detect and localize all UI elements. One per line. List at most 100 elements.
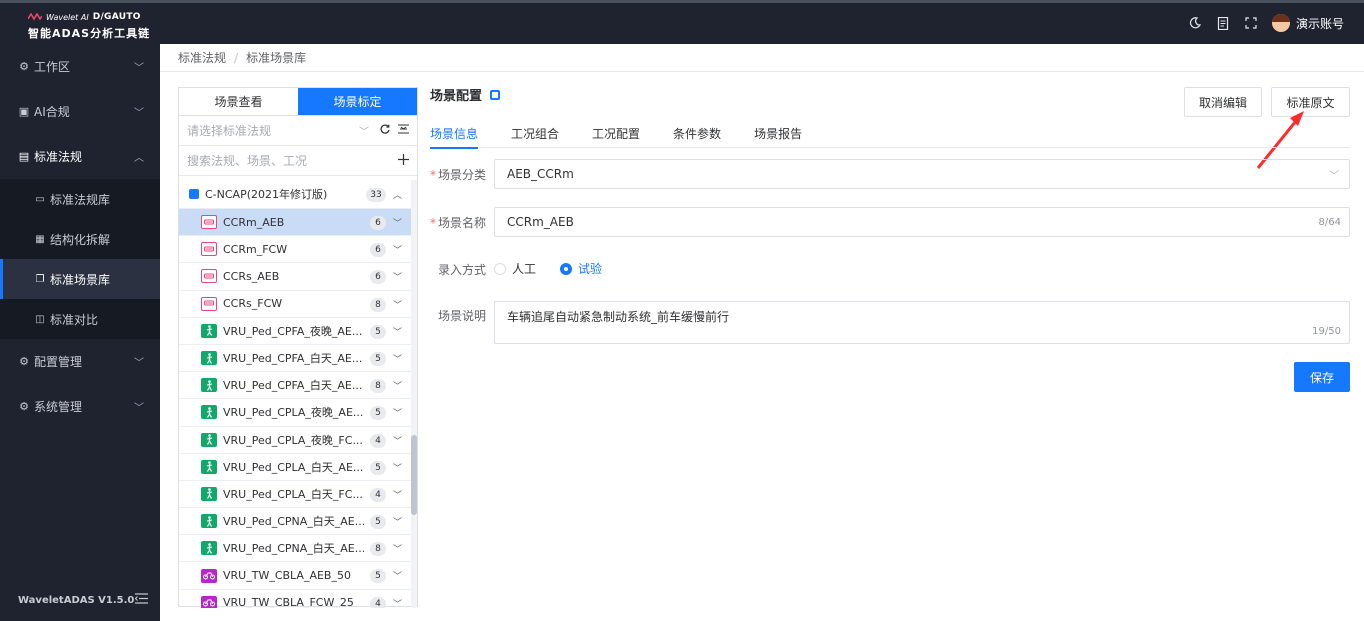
tree-item[interactable]: VRU_Ped_CPFA_夜晚_AE... 5 ﹀ xyxy=(179,318,412,345)
avatar[interactable] xyxy=(1271,14,1290,32)
breadcrumb-item[interactable]: 标准法规 xyxy=(178,49,226,66)
category-select[interactable]: AEB_CCRm ﹀ xyxy=(494,159,1350,189)
tree-item-label: VRU_TW_CBLA_AEB_50 xyxy=(223,569,351,583)
search-input[interactable]: 搜索法规、场景、工况 xyxy=(179,146,417,176)
tree-item-label: VRU_Ped_CPFA_白天_AE... xyxy=(223,379,363,393)
tab-scene-info[interactable]: 场景信息 xyxy=(430,118,479,149)
tree-item[interactable]: CCRs_AEB 6 ﹀ xyxy=(179,263,412,291)
tree-item[interactable]: VRU_TW_CBLA_FCW_25 4 ﹀ xyxy=(179,590,412,608)
sidebar-item-structured-breakdown[interactable]: ▦ 结构化拆解 xyxy=(0,219,160,259)
tree-item[interactable]: CCRm_AEB 6 ﹀ xyxy=(179,209,412,237)
tab-condition-config[interactable]: 工况配置 xyxy=(592,118,640,148)
regulation-select[interactable]: 请选择标准法规 ﹀ xyxy=(179,116,417,146)
chevron-down-icon: ﹀ xyxy=(134,403,144,414)
ai-icon: ▣ xyxy=(18,105,30,118)
sidebar-item-ai-compliance[interactable]: ▣ AI合规 ﹀ xyxy=(0,89,160,134)
tab-scene-calibration[interactable]: 场景标定 xyxy=(298,88,417,115)
count-badge: 8 xyxy=(370,297,386,312)
pedestrian-icon xyxy=(201,432,217,447)
sidebar-item-config-management[interactable]: ⚙ 配置管理 ﹀ xyxy=(0,339,160,384)
tab-scene-view[interactable]: 场景查看 xyxy=(179,88,298,115)
count-badge: 5 xyxy=(370,460,386,475)
gear-icon: ⚙ xyxy=(19,60,29,73)
fullscreen-icon[interactable] xyxy=(1244,16,1258,30)
chevron-down-icon: ﹀ xyxy=(134,63,144,74)
tree-item-label: VRU_Ped_CPFA_白天_AE... xyxy=(223,352,363,366)
sidebar: ⚙ 工作区 ﹀ ▣ AI合规 ﹀ ▤ 标准法规 ︿ ▭ 标准法规库 ▦ 结构化拆… xyxy=(0,44,160,621)
car-icon xyxy=(201,269,217,284)
count-badge: 6 xyxy=(370,243,386,258)
scrollbar-thumb[interactable] xyxy=(411,435,417,515)
gear-icon: ⚙ xyxy=(19,400,29,413)
tree-item[interactable]: VRU_Ped_CPLA_白天_FC... 4 ﹀ xyxy=(179,481,412,509)
scene-name-input[interactable]: CCRm_AEB 8/64 xyxy=(494,207,1350,237)
count-badge: 4 xyxy=(370,433,386,448)
category-label: * 场景分类 xyxy=(430,168,487,182)
sidebar-item-label: 结构化拆解 xyxy=(50,232,111,247)
name-label: * 场景名称 xyxy=(430,216,487,230)
regulation-select-placeholder: 请选择标准法规 xyxy=(187,124,272,138)
tree-item[interactable]: VRU_Ped_CPLA_夜晚_FC... 4 ﹀ xyxy=(179,427,412,454)
chevron-down-icon: ﹀ xyxy=(392,518,402,529)
pedestrian-icon xyxy=(201,514,217,529)
radio-test[interactable]: 试验 xyxy=(560,260,602,277)
sidebar-item-label: 系统管理 xyxy=(34,400,83,414)
chevron-down-icon: ﹀ xyxy=(392,354,402,365)
sidebar-item-scene-library[interactable]: ❐ 标准场景库 xyxy=(0,259,160,299)
edit-icon[interactable] xyxy=(490,89,501,100)
config-title: 场景配置 xyxy=(430,89,483,104)
count-badge: 5 xyxy=(370,515,386,530)
save-button[interactable]: 保存 xyxy=(1294,362,1350,392)
tree-item[interactable]: VRU_Ped_CPLA_白天_AE... 5 ﹀ xyxy=(179,454,412,481)
regulation-icon: ▤ xyxy=(18,150,30,163)
refresh-icon[interactable] xyxy=(380,124,390,137)
tree-item[interactable]: CCRm_FCW 6 ﹀ xyxy=(179,236,412,264)
breadcrumb: 标准法规 / 标准场景库 xyxy=(160,44,1364,72)
user-name[interactable]: 演示账号 xyxy=(1296,15,1344,32)
category-value: AEB_CCRm xyxy=(507,167,574,181)
filter-icon[interactable] xyxy=(398,124,409,137)
tree-item-label: CCRs_FCW xyxy=(223,297,283,311)
tree-item[interactable]: VRU_TW_CBLA_AEB_50 5 ﹀ xyxy=(179,562,412,590)
sidebar-item-compare[interactable]: ◫ 标准对比 xyxy=(0,299,160,339)
top-bar: Wavelet AI D/GAUTO 智能ADAS分析工具链 演示账号 xyxy=(0,0,1364,44)
count-badge: 5 xyxy=(370,569,386,584)
tree-scrollbar[interactable] xyxy=(411,180,417,608)
add-icon[interactable] xyxy=(398,153,409,168)
tree-item[interactable]: VRU_Ped_CPFA_白天_AE... 5 ﹀ xyxy=(179,345,412,373)
tree-item-label: VRU_Ped_CPNA_白天_AE... xyxy=(223,515,366,529)
chevron-down-icon: ﹀ xyxy=(392,382,402,393)
collapse-menu-icon[interactable] xyxy=(134,593,148,607)
brand-dgauto: D/GAUTO xyxy=(92,12,141,22)
tree-item[interactable]: CCRs_FCW 8 ﹀ xyxy=(179,291,412,318)
tree-item-label: VRU_Ped_CPLA_夜晚_AE... xyxy=(223,406,364,420)
car-icon xyxy=(201,296,217,311)
chevron-down-icon: ﹀ xyxy=(392,572,402,583)
sidebar-item-system-management[interactable]: ⚙ 系统管理 ﹀ xyxy=(0,384,160,429)
chevron-down-icon: ﹀ xyxy=(392,463,402,474)
scene-desc-textarea[interactable]: 车辆追尾自动紧急制动系统_前车缓慢前行 19/50 xyxy=(494,301,1350,344)
tab-condition-params[interactable]: 条件参数 xyxy=(673,118,721,148)
scene-name-value: CCRm_AEB xyxy=(507,215,574,229)
radio-dot xyxy=(494,262,506,275)
sidebar-item-label: 标准法规库 xyxy=(50,192,111,207)
document-icon[interactable] xyxy=(1216,16,1230,30)
tab-scene-report[interactable]: 场景报告 xyxy=(754,118,802,148)
tree-item[interactable]: VRU_Ped_CPLA_夜晚_AE... 5 ﹀ xyxy=(179,399,412,427)
tab-condition-combo[interactable]: 工况组合 xyxy=(511,118,559,148)
sidebar-item-regulation-library[interactable]: ▭ 标准法规库 xyxy=(0,179,160,219)
search-placeholder: 搜索法规、场景、工况 xyxy=(187,154,308,168)
tree-item[interactable]: VRU_Ped_CPFA_白天_AE... 8 ﹀ xyxy=(179,372,412,400)
tree-item[interactable]: VRU_Ped_CPNA_白天_AE... 8 ﹀ xyxy=(179,535,412,563)
radio-manual[interactable]: 人工 xyxy=(494,260,536,277)
chevron-down-icon: ﹀ xyxy=(392,327,402,338)
tree-item-label: CCRm_AEB xyxy=(223,215,285,229)
sidebar-item-workspace[interactable]: ⚙ 工作区 ﹀ xyxy=(0,44,160,89)
pedestrian-icon xyxy=(201,323,217,338)
tree-item-label: VRU_Ped_CPNA_白天_AE... xyxy=(223,542,366,556)
moon-icon[interactable] xyxy=(1188,16,1202,30)
tree-item[interactable]: VRU_Ped_CPNA_白天_AE... 5 ﹀ xyxy=(179,508,412,536)
tree-group[interactable]: C-NCAP(2021年修订版) 33 ︿ xyxy=(179,180,412,209)
pedestrian-icon xyxy=(201,378,217,393)
sidebar-item-regulations[interactable]: ▤ 标准法规 ︿ xyxy=(0,134,160,179)
